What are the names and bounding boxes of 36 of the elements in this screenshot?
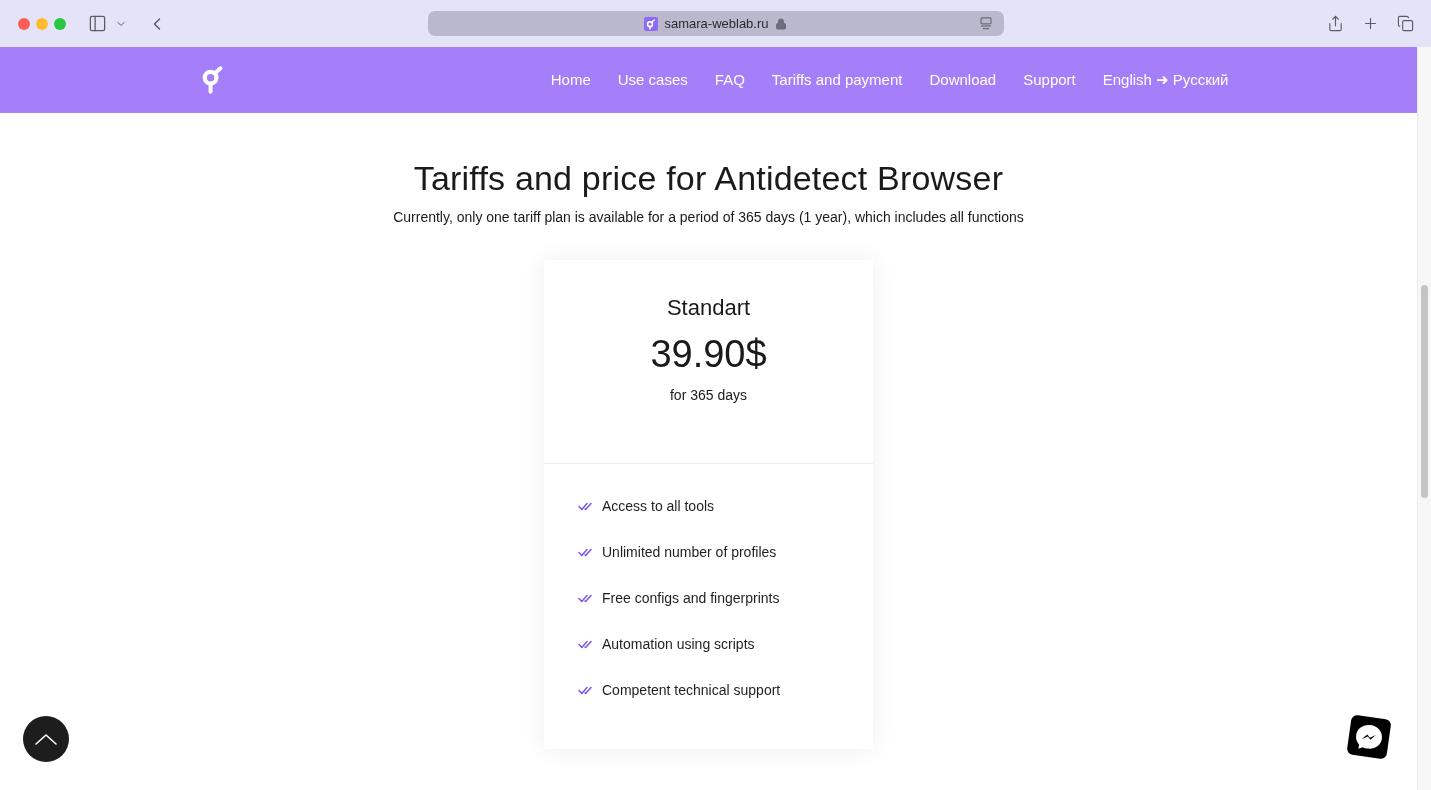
page-title: Tariffs and price for Antidetect Browser <box>413 158 1004 198</box>
tabs-overview-icon[interactable] <box>1397 15 1414 32</box>
plan-period: for 365 days <box>669 386 748 404</box>
address-bar[interactable]: samara-weblab.ru <box>427 11 1004 36</box>
site-logo-icon[interactable] <box>200 66 225 94</box>
lock-icon <box>774 17 787 30</box>
feature-text: Competent technical support <box>602 681 781 700</box>
share-icon[interactable] <box>1327 15 1344 32</box>
nav-link[interactable]: Download <box>929 70 997 90</box>
double-check-icon <box>578 685 592 695</box>
double-check-icon <box>578 547 592 557</box>
nav-link[interactable]: Support <box>1023 70 1076 90</box>
double-check-icon <box>578 639 592 649</box>
reader-icon[interactable] <box>979 17 992 30</box>
nav-link[interactable]: FAQ <box>714 70 745 90</box>
double-check-icon <box>578 593 592 603</box>
plan-price: 39.90$ <box>650 332 767 376</box>
sidebar-icon[interactable] <box>88 14 107 33</box>
close-window-icon[interactable] <box>18 17 30 30</box>
scroll-to-top-button[interactable] <box>23 716 69 762</box>
feature-text: Access to all tools <box>602 497 715 516</box>
site-favicon-icon <box>644 16 659 31</box>
nav-link[interactable]: Use cases <box>617 70 688 90</box>
plan-name: Standart <box>666 294 751 322</box>
nav-link[interactable]: Tariffs and payment <box>771 70 903 90</box>
url-text: samara-weblab.ru <box>664 16 769 31</box>
page-subtitle: Currently, only one tariff plan is available for a period of 365 days (1 year), which includes all functions <box>393 208 1024 226</box>
feature-text: Automation using scripts <box>602 635 755 654</box>
feature-text: Free configs and fingerprints <box>602 589 780 608</box>
scrollbar-thumb[interactable] <box>1421 285 1428 498</box>
double-check-icon <box>578 501 592 511</box>
nav-link[interactable]: English ➜ Русский <box>1102 70 1229 90</box>
new-tab-icon[interactable] <box>1362 15 1379 32</box>
feature-text: Unlimited number of profiles <box>602 543 777 562</box>
chevron-up-icon <box>35 733 57 745</box>
nav-link[interactable]: Home <box>550 70 591 90</box>
